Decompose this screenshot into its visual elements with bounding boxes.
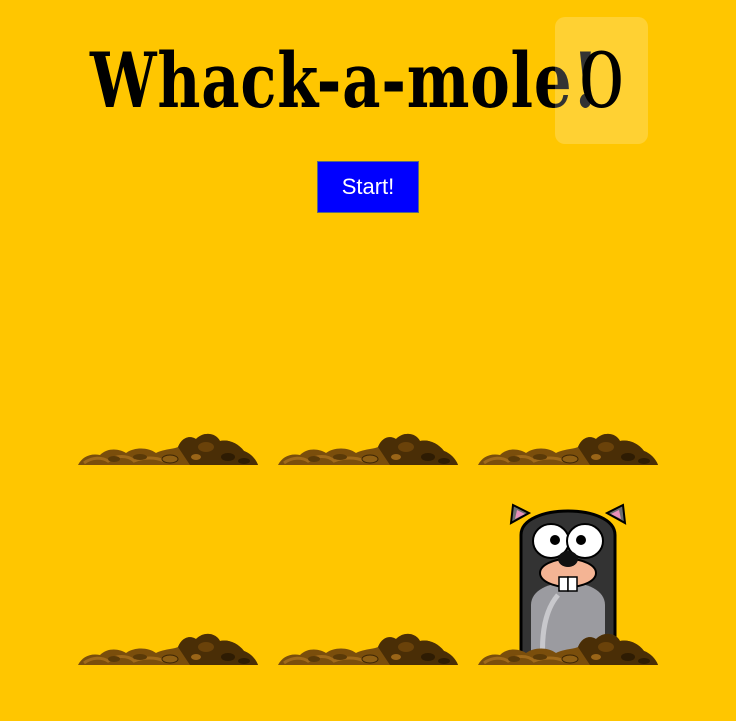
dirt-mound-icon — [78, 633, 258, 665]
dirt-mound-icon — [78, 433, 258, 465]
hole-4[interactable] — [68, 465, 268, 665]
game-title: Whack-a-mole! — [90, 36, 600, 125]
hole-6[interactable] — [468, 465, 668, 665]
dirt-mound-icon — [278, 433, 458, 465]
hole-5[interactable] — [268, 465, 468, 665]
hole-1[interactable] — [68, 265, 268, 465]
dirt-mound-icon — [278, 633, 458, 665]
dirt-mound-icon — [478, 433, 658, 465]
start-button[interactable]: Start! — [317, 161, 419, 213]
score-counter: 0 — [555, 17, 648, 144]
hole-2[interactable] — [268, 265, 468, 465]
header: Whack-a-mole! 0 — [0, 16, 736, 146]
hole-3[interactable] — [468, 265, 668, 465]
game-board — [68, 265, 668, 665]
dirt-mound-icon — [478, 633, 658, 665]
